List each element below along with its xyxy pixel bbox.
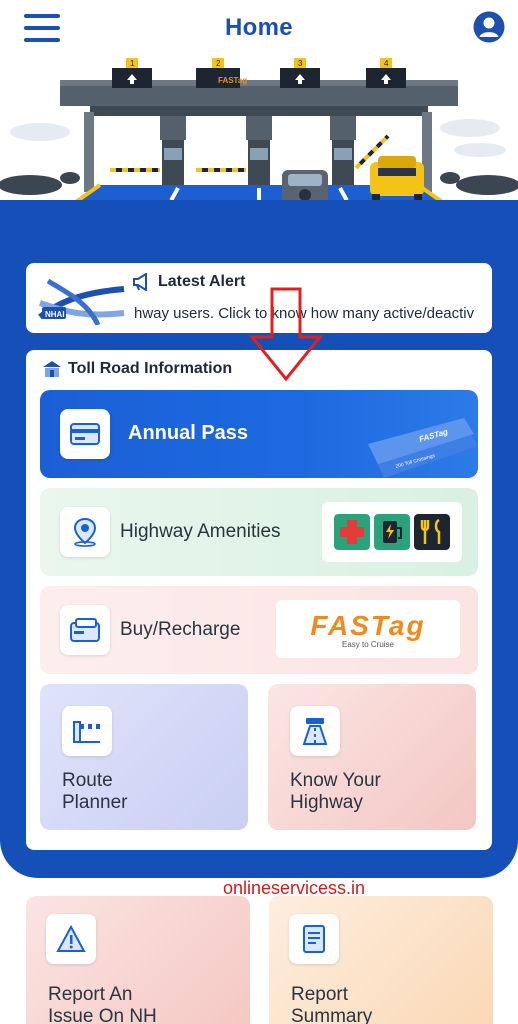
barrier-gate-icon	[62, 706, 112, 756]
report-issue-label: Report An Issue On NH	[48, 984, 157, 1024]
booth-number-label: 3	[298, 59, 303, 68]
route-planner-tile[interactable]: Route Planner	[40, 684, 248, 830]
toll-booth-icon	[43, 361, 61, 377]
annual-pass-tile[interactable]: Annual Pass FASTag 200 Toll Crossings	[40, 390, 478, 478]
user-profile-icon[interactable]	[472, 10, 506, 44]
booth-number-label: 2	[216, 59, 221, 68]
highway-road-icon	[290, 706, 340, 756]
alert-title: Latest Alert	[158, 273, 246, 290]
hamburger-menu-icon[interactable]	[24, 14, 60, 42]
food-cutlery-icon	[414, 514, 450, 550]
hospital-cross-icon	[334, 514, 370, 550]
page-title: Home	[225, 14, 293, 41]
wallet-card-icon	[60, 605, 110, 655]
megaphone-icon	[133, 273, 147, 291]
location-pin-icon	[60, 507, 110, 557]
report-summary-label: Report Summary	[291, 984, 373, 1024]
buy-recharge-tile[interactable]: Buy/Recharge FASTag Easy to Cruise	[40, 586, 478, 674]
pass-cards-illustration: FASTag 200 Toll Crossings	[368, 418, 478, 478]
know-your-highway-label: Know Your Highway	[290, 770, 381, 813]
info-title: Toll Road Information	[68, 360, 233, 377]
red-down-arrow-icon	[248, 287, 324, 382]
app-header: Home	[0, 0, 518, 56]
fastag-logo: FASTag Easy to Cruise	[276, 600, 460, 658]
booth-number-label: 1	[130, 59, 135, 68]
toll-road-info-panel: Toll Road Information Annual Pass FASTag…	[26, 350, 492, 850]
highway-amenities-tile[interactable]: Highway Amenities	[40, 488, 478, 576]
ev-charging-icon	[374, 514, 410, 550]
highway-interchange-icon: NHAI	[38, 278, 125, 325]
booth-number-label: 4	[384, 59, 389, 68]
know-your-highway-tile[interactable]: Know Your Highway	[268, 684, 476, 830]
buy-recharge-label: Buy/Recharge	[120, 619, 241, 640]
pass-card-icon	[60, 409, 110, 459]
annual-pass-label: Annual Pass	[128, 422, 249, 444]
report-issue-tile[interactable]: Report An Issue On NH	[26, 896, 250, 1024]
amenity-badges	[322, 502, 462, 562]
alert-header: Latest Alert	[132, 273, 245, 291]
yellow-car	[370, 156, 424, 202]
warning-icon	[46, 914, 96, 964]
report-summary-tile[interactable]: Report Summary	[269, 896, 493, 1024]
svg-text:NHAI: NHAI	[45, 310, 65, 319]
highway-amenities-label: Highway Amenities	[120, 521, 281, 542]
svg-text:FASTag: FASTag	[218, 76, 247, 85]
document-report-icon	[289, 914, 339, 964]
route-planner-label: Route Planner	[62, 770, 128, 813]
info-header: Toll Road Information	[42, 360, 232, 378]
